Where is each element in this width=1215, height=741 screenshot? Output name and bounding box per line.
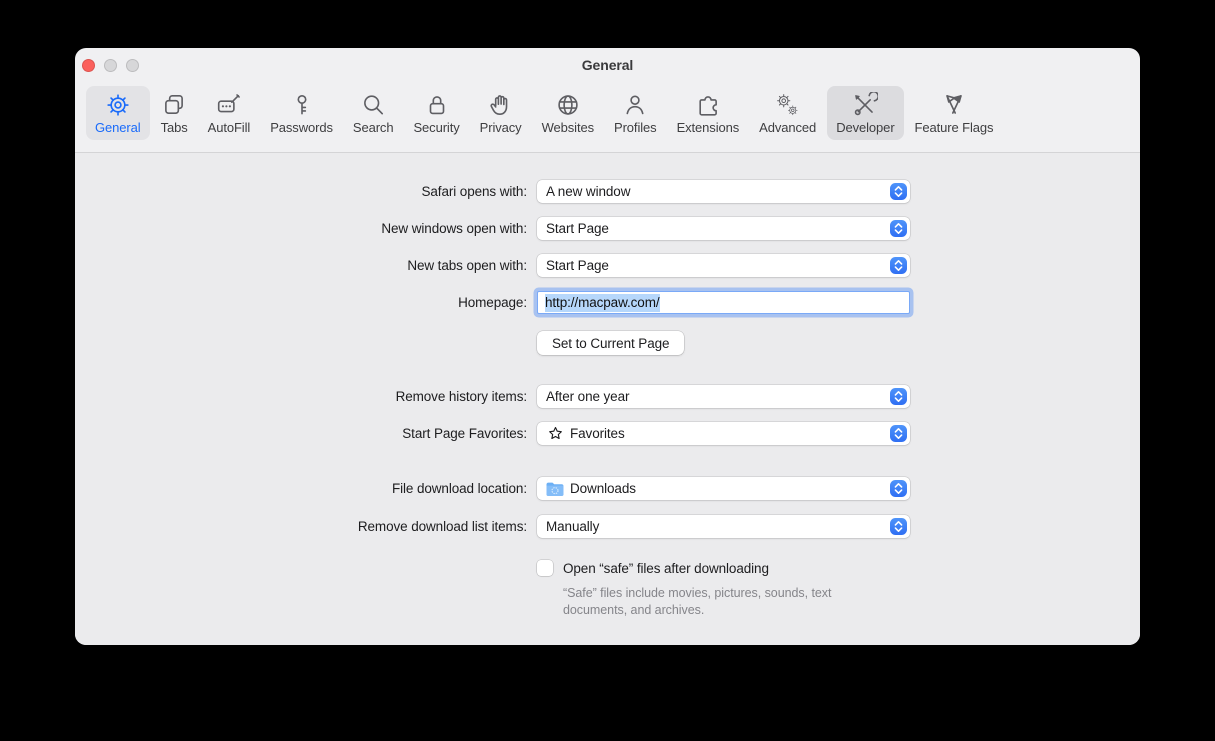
tab-label: Advanced: [759, 120, 817, 135]
setting-label: New windows open with:: [381, 221, 527, 236]
person-icon: [622, 92, 648, 118]
tab-label: Tabs: [160, 120, 188, 135]
remove-history-items-select[interactable]: After one year: [537, 385, 910, 408]
checkbox-label: Open “safe” files after downloading: [563, 560, 769, 576]
gears-icon: [775, 92, 801, 118]
tab-label: Websites: [541, 120, 595, 135]
new-windows-open-with-select[interactable]: Start Page: [537, 217, 910, 240]
tab-advanced[interactable]: Advanced: [750, 86, 825, 140]
puzzle-icon: [695, 92, 721, 118]
window-titlebar[interactable]: General: [75, 48, 1140, 84]
tab-security[interactable]: Security: [404, 86, 468, 140]
remove-download-list-items-select[interactable]: Manually: [537, 515, 910, 538]
setting-row: New windows open with: Start Page: [75, 217, 910, 240]
tab-websites[interactable]: Websites: [533, 86, 603, 140]
setting-label: File download location:: [391, 481, 527, 496]
desktop-background: General General Tabs AutoFill Passwords …: [0, 0, 1215, 741]
lock-icon: [424, 92, 450, 118]
tab-developer[interactable]: Developer: [827, 86, 904, 140]
start-page-favorites-select[interactable]: Favorites: [537, 422, 910, 445]
tab-passwords[interactable]: Passwords: [261, 86, 342, 140]
tab-extensions[interactable]: Extensions: [668, 86, 749, 140]
stepper-icon[interactable]: [890, 480, 907, 497]
tab-privacy[interactable]: Privacy: [471, 86, 531, 140]
tab-label: Search: [352, 120, 394, 135]
stepper-icon[interactable]: [890, 257, 907, 274]
setting-row: Open “safe” files after downloading: [537, 560, 769, 576]
tab-label: Developer: [836, 120, 895, 135]
setting-row: Remove history items: After one year: [75, 385, 910, 408]
stepper-icon[interactable]: [890, 518, 907, 535]
tab-label: Extensions: [676, 120, 740, 135]
safari-settings-window: General General Tabs AutoFill Passwords …: [75, 48, 1140, 645]
general-pane: Safari opens with: A new window New wind…: [75, 152, 1140, 645]
stepper-icon[interactable]: [890, 388, 907, 405]
setting-label: Safari opens with:: [421, 184, 527, 199]
key-icon: [289, 92, 315, 118]
setting-label: Remove download list items:: [357, 519, 527, 534]
tab-general[interactable]: General: [86, 86, 150, 140]
downloads-folder-icon: [546, 481, 564, 497]
tab-label: Passwords: [270, 120, 333, 135]
globe-icon: [555, 92, 581, 118]
tab-label: Profiles: [614, 120, 657, 135]
tools-icon: [852, 92, 879, 118]
setting-row: Set to Current Page: [75, 331, 685, 355]
setting-label: Remove history items:: [395, 389, 528, 404]
tab-profiles[interactable]: Profiles: [605, 86, 666, 140]
tab-label: Privacy: [479, 120, 522, 135]
stepper-icon[interactable]: [890, 183, 907, 200]
tab-label: Feature Flags: [914, 120, 994, 135]
safe-files-note: “Safe” files include movies, pictures, s…: [563, 586, 832, 617]
star-icon: [546, 426, 564, 442]
setting-label: Start Page Favorites:: [402, 426, 527, 441]
hand-icon: [488, 92, 514, 118]
tab-label: Security: [413, 120, 460, 135]
autofill-icon: [216, 92, 242, 118]
tab-feature-flags[interactable]: Feature Flags: [906, 86, 1003, 140]
set-to-current-page-button[interactable]: Set to Current Page: [537, 331, 685, 355]
setting-row: Homepage: http://macpaw.com/: [75, 291, 910, 314]
gear-icon: [105, 92, 131, 118]
setting-row: Safari opens with: A new window: [75, 180, 910, 203]
setting-label: Homepage:: [458, 295, 527, 310]
tab-autofill[interactable]: AutoFill: [199, 86, 260, 140]
search-icon: [360, 92, 386, 118]
selected-text: http://macpaw.com/: [545, 293, 660, 312]
setting-label: New tabs open with:: [407, 258, 527, 273]
safari-opens-with-select[interactable]: A new window: [537, 180, 910, 203]
tabs-icon: [161, 92, 187, 118]
setting-row: New tabs open with: Start Page: [75, 254, 910, 277]
setting-row: Start Page Favorites: Favorites: [75, 422, 910, 445]
stepper-icon[interactable]: [890, 425, 907, 442]
flags-icon: [941, 92, 967, 118]
tab-search[interactable]: Search: [344, 86, 403, 140]
file-download-location-select[interactable]: Downloads: [537, 477, 910, 500]
tab-tabs[interactable]: Tabs: [152, 86, 197, 140]
homepage-input[interactable]: http://macpaw.com/: [537, 291, 910, 314]
stepper-icon[interactable]: [890, 220, 907, 237]
new-tabs-open-with-select[interactable]: Start Page: [537, 254, 910, 277]
window-title: General: [581, 57, 634, 73]
setting-row: File download location: Downloads: [75, 477, 910, 500]
tab-label: AutoFill: [207, 120, 251, 135]
settings-toolbar: General Tabs AutoFill Passwords Search S…: [75, 84, 1140, 152]
open-safe-files-checkbox[interactable]: [537, 560, 553, 576]
tab-label: General: [95, 120, 141, 135]
setting-row: Remove download list items: Manually: [75, 515, 910, 538]
